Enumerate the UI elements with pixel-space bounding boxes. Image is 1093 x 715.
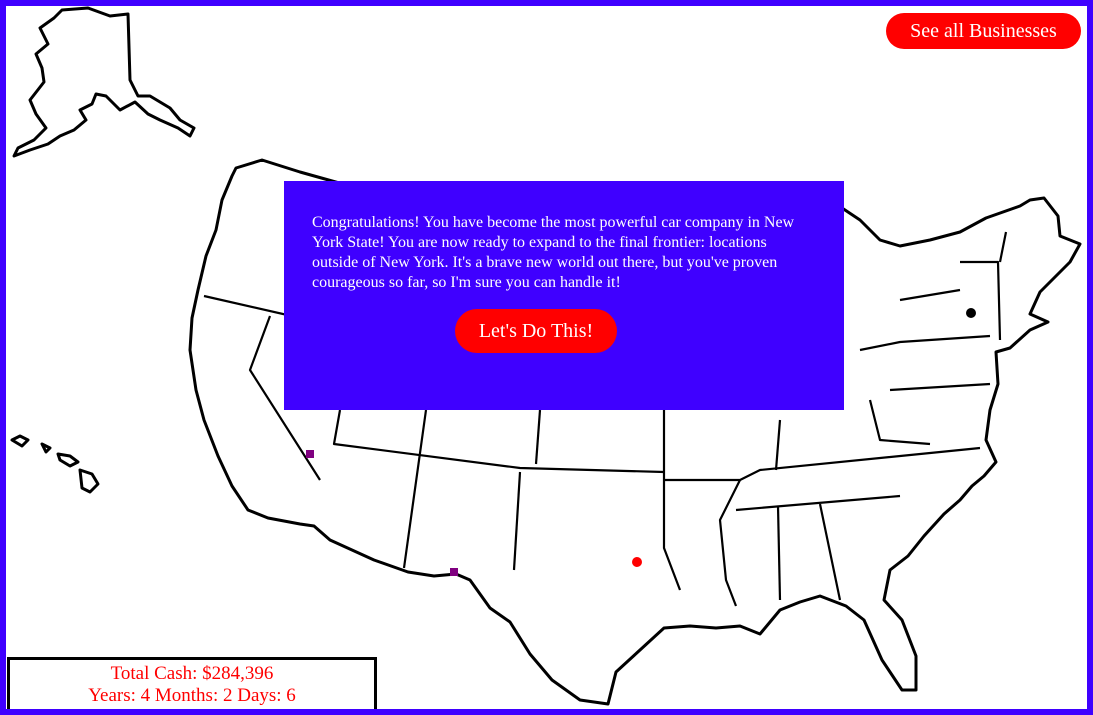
congratulations-dialog: Congratulations! You have become the mos… xyxy=(284,181,844,410)
stats-panel: Total Cash: $284,396 Years: 4 Months: 2 … xyxy=(7,657,377,715)
location-marker[interactable] xyxy=(306,450,314,458)
see-all-businesses-button[interactable]: See all Businesses xyxy=(886,13,1081,49)
total-cash: Total Cash: $284,396 xyxy=(110,663,274,684)
hawaii-shape xyxy=(10,434,100,494)
elapsed-time: Years: 4 Months: 2 Days: 6 xyxy=(88,685,296,706)
lets-do-this-button[interactable]: Let's Do This! xyxy=(455,309,617,353)
business-marker[interactable] xyxy=(632,557,642,567)
alaska-shape xyxy=(12,6,196,158)
hq-marker[interactable] xyxy=(966,308,976,318)
location-marker[interactable] xyxy=(450,568,458,576)
dialog-message: Congratulations! You have become the mos… xyxy=(312,214,795,291)
